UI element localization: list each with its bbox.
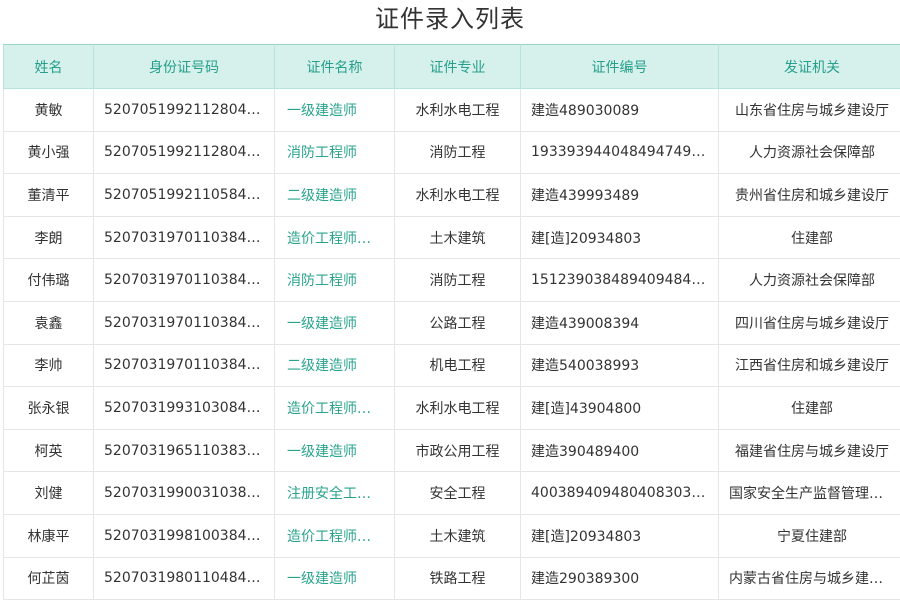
table-body: 黄敏 520705199211280495 一级建造师 水利水电工程 建造4890300…: [3, 88, 900, 600]
cell-cert-number: 建造439993489: [520, 173, 719, 217]
cell-cert-number: 193393944048494749455: [520, 131, 719, 175]
column-header-cert-name[interactable]: 证件名称: [274, 44, 395, 89]
table-row[interactable]: 黄小强 520705199211280495 消防工程师 消防工程 1933939440…: [3, 131, 900, 175]
cell-issuer: 宁夏住建部: [718, 514, 900, 558]
table-row[interactable]: 李朗520703197011038495造价工程师（一级）土木建筑建[造]209…: [3, 216, 900, 260]
cell-cert-major: 消防工程: [394, 258, 521, 302]
cell-issuer: 内蒙古省住房与城乡建设厅: [718, 557, 900, 600]
cell-id-number: 520703198011048495: [93, 557, 275, 600]
cell-cert-number: 建造489030089: [520, 88, 719, 132]
cell-cert-major: 公路工程: [394, 301, 521, 345]
cell-cert-name-link[interactable]: 造价工程师（一级）: [274, 514, 395, 558]
cell-cert-name-link[interactable]: 一级建造师: [274, 301, 395, 345]
table-row[interactable]: 柯英 520703196511038309 一级建造师 市政公用工程 建造3904894…: [3, 429, 900, 473]
cell-cert-major: 土木建筑: [394, 514, 521, 558]
cell-id-number: 520703197011038495: [93, 216, 275, 260]
cell-cert-name-link[interactable]: 造价工程师（一级）: [274, 386, 395, 430]
certificate-table: 姓名 身份证号码 证件名称 证件专业 证件编号 发证机关 黄敏 520705199…: [3, 44, 900, 600]
cell-issuer: 住建部: [718, 216, 900, 260]
cell-cert-major: 土木建筑: [394, 216, 521, 260]
cell-issuer: 江西省住房和城乡建设厅: [718, 344, 900, 388]
cell-id-number: 520703197011038495: [93, 258, 275, 302]
cell-issuer: 贵州省住房和城乡建设厅: [718, 173, 900, 217]
header-row: 姓名 身份证号码 证件名称 证件专业 证件编号 发证机关: [3, 44, 900, 89]
cell-id-number: 520703197011038495: [93, 301, 275, 345]
cell-cert-name-link[interactable]: 消防工程师: [274, 258, 395, 302]
cell-issuer: 四川省住房与城乡建设厅: [718, 301, 900, 345]
cell-cert-major: 水利水电工程: [394, 173, 521, 217]
column-header-cert-number[interactable]: 证件编号: [520, 44, 719, 89]
column-header-name[interactable]: 姓名: [3, 44, 94, 89]
page-title: 证件录入列表: [375, 5, 525, 33]
cell-cert-major: 水利水电工程: [394, 386, 521, 430]
cell-cert-name-link[interactable]: 造价工程师（一级）: [274, 216, 395, 260]
cell-id-number: 520703199310308495: [93, 386, 275, 430]
cell-cert-name-link[interactable]: 二级建造师: [274, 173, 395, 217]
cell-issuer: 福建省住房与城乡建设厅: [718, 429, 900, 473]
cell-name: 黄敏: [3, 88, 94, 132]
cell-cert-major: 安全工程: [394, 471, 521, 515]
table-row[interactable]: 付伟璐 520703197011038495 消防工程师 消防工程 1512390384…: [3, 258, 900, 302]
table-row[interactable]: 何芷茵 520703198011048495 一级建造师 铁路工程 建造29038930…: [3, 557, 900, 600]
cell-name: 李朗: [3, 216, 94, 260]
cell-issuer: 住建部: [718, 386, 900, 430]
cell-cert-number: 建[造]20934803: [520, 216, 719, 260]
cell-id-number: 520703197011038495: [93, 344, 275, 388]
column-header-issuer[interactable]: 发证机关: [718, 44, 900, 89]
cell-name: 刘健: [3, 471, 94, 515]
cell-cert-number: 400389409480408303448: [520, 471, 719, 515]
cell-cert-number: 建[造]43904800: [520, 386, 719, 430]
table-row[interactable]: 黄敏 520705199211280495 一级建造师 水利水电工程 建造4890300…: [3, 88, 900, 132]
cell-cert-number: 建造540038993: [520, 344, 719, 388]
cell-cert-major: 市政公用工程: [394, 429, 521, 473]
cell-id-number: 520703199810038493: [93, 514, 275, 558]
cell-id-number: 520703199003103839: [93, 471, 275, 515]
cell-cert-major: 机电工程: [394, 344, 521, 388]
cell-name: 黄小强: [3, 131, 94, 175]
cell-cert-name-link[interactable]: 消防工程师: [274, 131, 395, 175]
cell-name: 李帅: [3, 344, 94, 388]
cell-cert-major: 铁路工程: [394, 557, 521, 600]
cell-name: 付伟璐: [3, 258, 94, 302]
cell-cert-major: 水利水电工程: [394, 88, 521, 132]
cell-cert-number: 建[造]20934803: [520, 514, 719, 558]
cell-cert-name-link[interactable]: 一级建造师: [274, 557, 395, 600]
cell-name: 林康平: [3, 514, 94, 558]
cell-id-number: 520703196511038309: [93, 429, 275, 473]
cell-issuer: 人力资源社会保障部: [718, 258, 900, 302]
table-row[interactable]: 刘健 520703199003103839 注册安全工程师 安全工程 400389409…: [3, 471, 900, 515]
table-row[interactable]: 张永银520703199310308495造价工程师（一级）水利水电工程建[造]…: [3, 386, 900, 430]
cell-cert-number: 151239038489409484930: [520, 258, 719, 302]
cell-name: 董清平: [3, 173, 94, 217]
cell-id-number: 520705199211280495: [93, 88, 275, 132]
column-header-cert-major[interactable]: 证件专业: [394, 44, 521, 89]
table-row[interactable]: 董清平 520705199211058495 二级建造师 水利水电工程 建造439993…: [3, 173, 900, 217]
cell-cert-major: 消防工程: [394, 131, 521, 175]
table-row[interactable]: 林康平520703199810038493造价工程师（一级）土木建筑建[造]20…: [3, 514, 900, 558]
cell-cert-name-link[interactable]: 一级建造师: [274, 429, 395, 473]
table-header: 姓名 身份证号码 证件名称 证件专业 证件编号 发证机关: [3, 44, 900, 89]
cell-issuer: 山东省住房与城乡建设厅: [718, 88, 900, 132]
cell-id-number: 520705199211280495: [93, 131, 275, 175]
cell-cert-name-link[interactable]: 注册安全工程师: [274, 471, 395, 515]
cell-cert-number: 建造439008394: [520, 301, 719, 345]
cell-cert-name-link[interactable]: 二级建造师: [274, 344, 395, 388]
cell-cert-name-link[interactable]: 一级建造师: [274, 88, 395, 132]
cell-issuer: 人力资源社会保障部: [718, 131, 900, 175]
cell-name: 张永银: [3, 386, 94, 430]
table-row[interactable]: 李帅 520703197011038495 二级建造师 机电工程 建造540038993…: [3, 344, 900, 388]
certificate-table-container[interactable]: 姓名 身份证号码 证件名称 证件专业 证件编号 发证机关 黄敏 520705199…: [0, 44, 900, 600]
cell-id-number: 520705199211058495: [93, 173, 275, 217]
cell-cert-number: 建造290389300: [520, 557, 719, 600]
column-header-id-number[interactable]: 身份证号码: [93, 44, 275, 89]
cell-issuer: 国家安全生产监督管理总局: [718, 471, 900, 515]
table-row[interactable]: 袁鑫 520703197011038495 一级建造师 公路工程 建造439008394…: [3, 301, 900, 345]
cell-name: 柯英: [3, 429, 94, 473]
cell-cert-number: 建造390489400: [520, 429, 719, 473]
cell-name: 何芷茵: [3, 557, 94, 600]
cell-name: 袁鑫: [3, 301, 94, 345]
